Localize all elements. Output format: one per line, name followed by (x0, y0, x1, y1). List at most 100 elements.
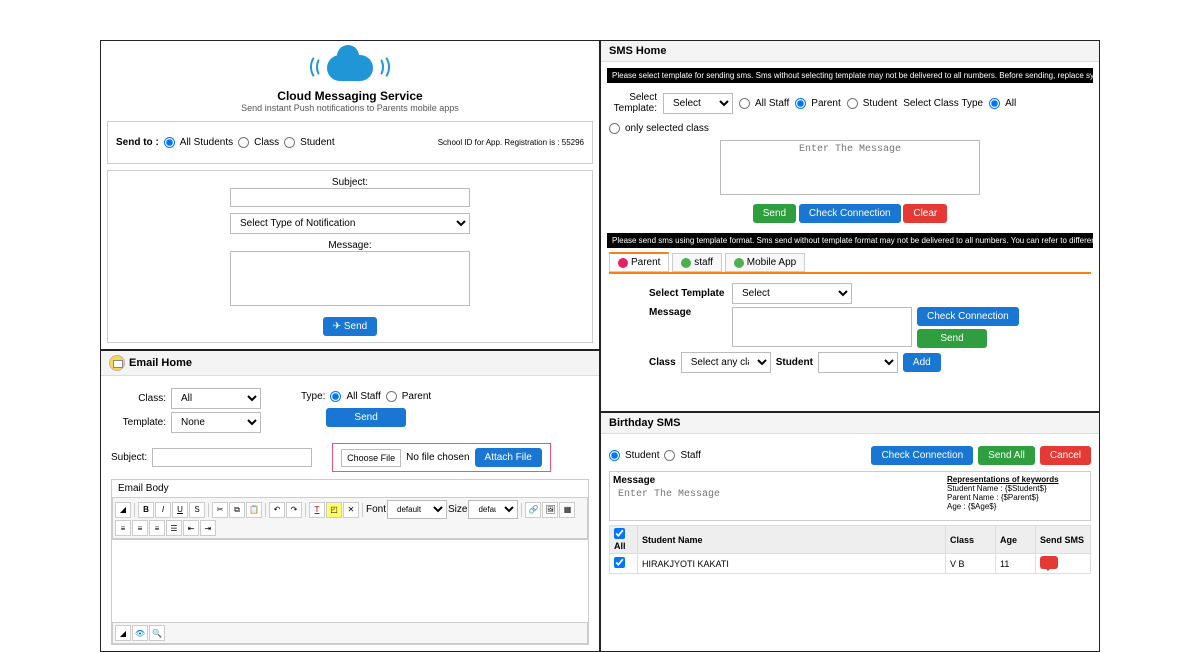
tab-mobile[interactable]: Mobile App (725, 253, 805, 272)
type-label: Type: (301, 391, 325, 402)
tool-outdent-icon[interactable]: ⇤ (183, 520, 199, 536)
tool-align-c-icon[interactable]: ≡ (132, 520, 148, 536)
sms-message-textarea[interactable] (720, 140, 980, 195)
tool-cut-icon[interactable]: ✂ (212, 502, 228, 518)
tool-align-r-icon[interactable]: ≡ (149, 520, 165, 536)
sms-opt-selected[interactable]: only selected class (609, 123, 709, 134)
table-row: HIRAKJYOTI KAKATI V B 11 (610, 554, 1091, 574)
check-all[interactable] (614, 528, 625, 539)
opt-class[interactable]: Class (238, 137, 279, 148)
email-subject-label: Subject: (111, 452, 147, 463)
bday-check-button[interactable]: Check Connection (871, 446, 973, 465)
tool-link-icon[interactable]: 🔗 (525, 502, 541, 518)
tab-staff[interactable]: staff (672, 253, 722, 272)
tool-align-l-icon[interactable]: ≡ (115, 520, 131, 536)
send-sms-icon[interactable] (1040, 556, 1058, 569)
bday-header: Birthday SMS (601, 413, 1099, 434)
rep-header: Representations of keywords (947, 475, 1059, 484)
tool-underline-icon[interactable]: U (172, 502, 188, 518)
sms-opt-allstaff[interactable]: All Staff (739, 98, 789, 109)
cloud-icon (322, 47, 378, 85)
template-label: Template: (111, 417, 166, 428)
add-button[interactable]: Add (903, 353, 941, 372)
bday-opt-student[interactable]: Student (609, 450, 659, 461)
tool-bgcolor-icon[interactable]: ◰ (326, 502, 342, 518)
school-id-text: School ID for App. Registration is : 552… (438, 138, 584, 147)
send-to-label: Send to : (116, 137, 159, 148)
class-type-label: Select Class Type (903, 98, 983, 109)
tool-paste-icon[interactable]: 📋 (246, 502, 262, 518)
cloud-send-button[interactable]: ✈ Send (323, 317, 378, 336)
student2-select[interactable] (818, 352, 898, 373)
font-select[interactable]: default (387, 500, 447, 519)
tool-copy-icon[interactable]: ⧉ (229, 502, 245, 518)
sms-message2-textarea[interactable] (732, 307, 912, 347)
sms-send2-button[interactable]: Send (917, 329, 987, 348)
sms-check2-button[interactable]: Check Connection (917, 307, 1019, 326)
bday-message-label: Message (613, 475, 655, 486)
sel-template-label: Select Template: (609, 92, 657, 114)
tool-source-icon[interactable]: ◢ (115, 502, 131, 518)
subject-label: Subject: (116, 177, 584, 188)
tool-italic-icon[interactable]: I (155, 502, 171, 518)
attach-file-button[interactable]: Attach File (475, 448, 542, 467)
sel-template2-label: Select Template (649, 288, 727, 299)
email-send-button[interactable]: Send (326, 408, 406, 427)
size-select[interactable]: default (468, 500, 518, 519)
tool-preview-icon[interactable]: 👁 (132, 625, 148, 641)
sms-clear-button[interactable]: Clear (903, 204, 947, 223)
cloud-title: Cloud Messaging Service (107, 89, 593, 103)
bday-opt-staff[interactable]: Staff (664, 450, 700, 461)
tab-parent[interactable]: Parent (609, 252, 669, 272)
email-body-label: Email Body (112, 480, 588, 497)
mail-icon (109, 355, 125, 371)
sms-send-button[interactable]: Send (753, 204, 796, 223)
sms-header: SMS Home (601, 41, 1099, 62)
tool-html-icon[interactable]: ◢ (115, 625, 131, 641)
opt-all-students[interactable]: All Students (164, 137, 233, 148)
message-label: Message: (116, 240, 584, 251)
template-select[interactable]: None (171, 412, 261, 433)
sms-template-select[interactable]: Select (663, 93, 733, 114)
tool-undo-icon[interactable]: ↶ (269, 502, 285, 518)
sms-warning-1: Please select template for sending sms. … (607, 68, 1093, 83)
tool-zoom-icon[interactable]: 🔍 (149, 625, 165, 641)
sms-opt-all[interactable]: All (989, 98, 1016, 109)
tool-strike-icon[interactable]: S (189, 502, 205, 518)
bday-message-textarea[interactable] (613, 486, 942, 514)
tool-indent-icon[interactable]: ⇥ (200, 520, 216, 536)
message-textarea[interactable] (230, 251, 470, 306)
class-select[interactable]: All (171, 388, 261, 409)
class-label: Class: (111, 393, 166, 404)
sms-opt-student[interactable]: Student (847, 98, 897, 109)
type-allstaff[interactable]: All Staff (330, 391, 380, 402)
class2-select[interactable]: Select any class (681, 352, 771, 373)
sms-check-button[interactable]: Check Connection (799, 204, 901, 223)
tool-image-icon[interactable]: 🖼 (542, 502, 558, 518)
tool-redo-icon[interactable]: ↷ (286, 502, 302, 518)
opt-student[interactable]: Student (284, 137, 334, 148)
email-body-textarea[interactable] (112, 539, 588, 619)
choose-file-button[interactable]: Choose File (341, 449, 401, 467)
sms-warning-2: Please send sms using template format. S… (607, 233, 1093, 248)
student2-label: Student (776, 357, 813, 368)
tool-list-icon[interactable]: ☰ (166, 520, 182, 536)
sms-template2-select[interactable]: Select (732, 283, 852, 304)
bday-table: All Student Name Class Age Send SMS HIRA… (609, 525, 1091, 574)
sms-opt-parent[interactable]: Parent (795, 98, 840, 109)
bday-sendall-button[interactable]: Send All (978, 446, 1035, 465)
class2-label: Class (649, 357, 676, 368)
notif-type-select[interactable]: Select Type of Notification (230, 213, 470, 234)
editor-toolbar: ◢ B I U S ✂ ⧉ 📋 ↶ ↷ T (112, 497, 588, 539)
tool-table-icon[interactable]: ▦ (559, 502, 575, 518)
bday-cancel-button[interactable]: Cancel (1040, 446, 1091, 465)
no-file-text: No file chosen (406, 452, 469, 463)
tool-bold-icon[interactable]: B (138, 502, 154, 518)
tool-clear-icon[interactable]: ✕ (343, 502, 359, 518)
email-subject-input[interactable] (152, 448, 312, 467)
row-check[interactable] (614, 557, 625, 568)
type-parent[interactable]: Parent (386, 391, 431, 402)
tool-textcolor-icon[interactable]: T (309, 502, 325, 518)
subject-input[interactable] (230, 188, 470, 207)
message2-label: Message (649, 307, 727, 318)
